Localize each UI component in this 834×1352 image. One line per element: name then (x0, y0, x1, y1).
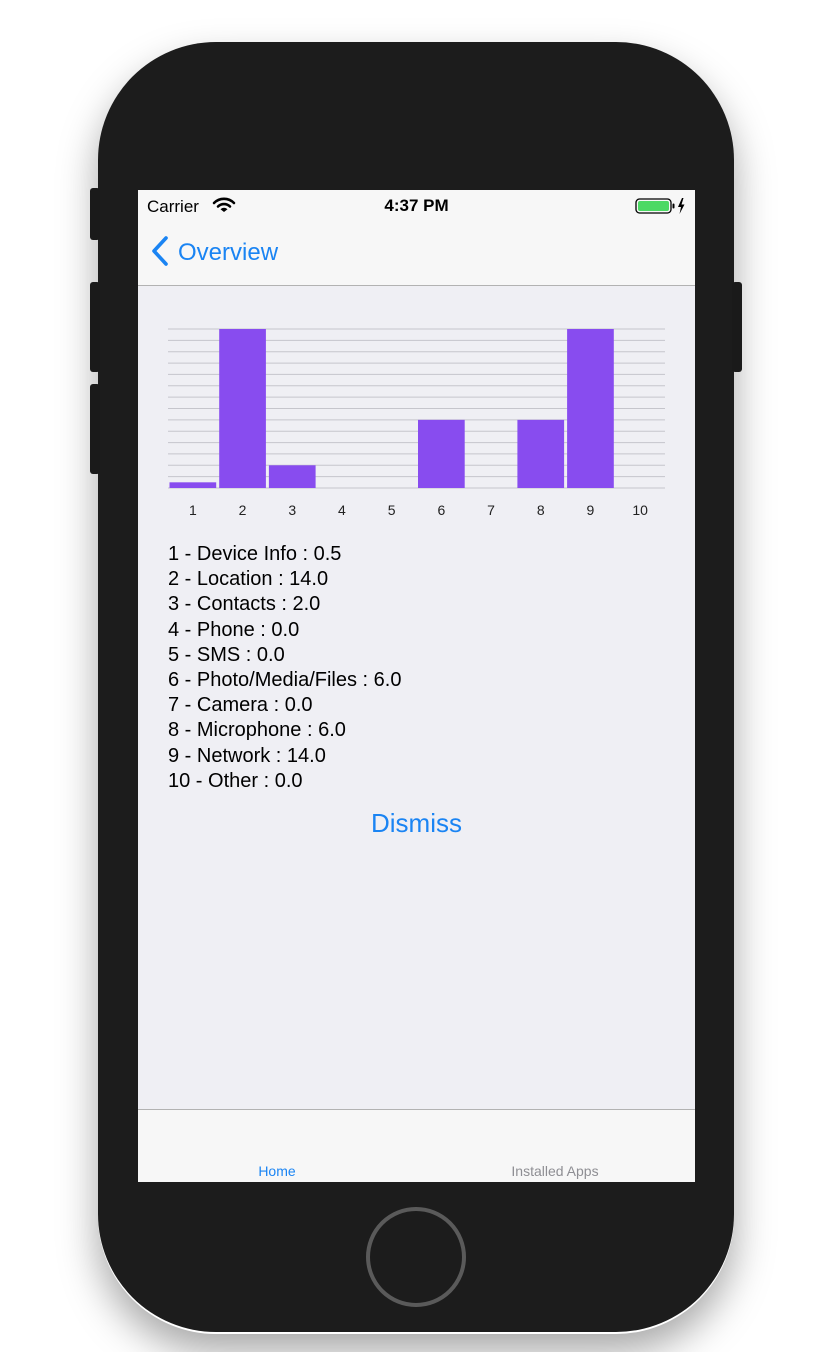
tab-installed-apps[interactable]: Installed Apps (416, 1163, 694, 1179)
tab-home[interactable]: Home (138, 1163, 416, 1179)
legend-item: 3 - Contacts : 2.0 (168, 593, 321, 616)
x-tick-label: 8 (537, 502, 545, 518)
legend-item: 4 - Phone : 0.0 (168, 618, 300, 641)
chevron-left-icon (150, 235, 170, 272)
x-tick-label: 6 (437, 502, 445, 518)
back-button[interactable]: Overview (150, 235, 279, 272)
bar-8 (517, 419, 565, 488)
clock: 4:37 PM (384, 196, 449, 215)
bar-2 (219, 329, 266, 488)
status-bar: Carrier 4:37 PM (138, 190, 695, 222)
legend-item: 5 - SMS : 0.0 (168, 643, 285, 666)
legend-item: 7 - Camera : 0.0 (168, 694, 313, 717)
x-tick-label: 1 (189, 502, 197, 518)
permissions-bar-chart: 1 2 3 4 5 6 7 8 9 10 (168, 328, 665, 518)
x-tick-label: 10 (632, 502, 648, 518)
x-tick-label: 5 (388, 502, 396, 518)
x-tick-label: 2 (239, 502, 247, 518)
tab-bar: Home Installed Apps (138, 1109, 695, 1182)
back-button-label: Overview (178, 239, 279, 266)
legend-item: 9 - Network : 14.0 (168, 744, 326, 767)
navigation-bar: Overview (138, 222, 695, 286)
permissions-legend: 1 - Device Info : 0.5 2 - Location : 14.0… (168, 542, 401, 794)
bar-3 (268, 465, 316, 488)
screen: Carrier 4:37 PM Overview 1 2 3 4 5 6 7 8… (138, 190, 695, 1182)
volume-up-button (90, 282, 100, 372)
battery-charging-icon (635, 197, 689, 220)
volume-down-button (90, 384, 100, 474)
x-tick-label: 9 (587, 502, 595, 518)
legend-item: 6 - Photo/Media/Files : 6.0 (168, 669, 402, 692)
bar-1 (169, 482, 217, 488)
bar-6 (418, 419, 465, 488)
home-button[interactable] (366, 1207, 466, 1307)
power-button (732, 282, 742, 372)
legend-item: 1 - Device Info : 0.5 (168, 543, 342, 565)
legend-item: 10 - Other : 0.0 (168, 769, 303, 792)
x-tick-label: 3 (288, 502, 296, 518)
x-tick-label: 4 (338, 502, 346, 518)
mute-switch (90, 188, 100, 240)
legend-item: 8 - Microphone : 6.0 (168, 719, 346, 742)
dismiss-button[interactable]: Dismiss (138, 808, 695, 839)
x-tick-label: 7 (487, 502, 495, 518)
bar-9 (567, 329, 614, 488)
legend-item: 2 - Location : 14.0 (168, 568, 329, 591)
